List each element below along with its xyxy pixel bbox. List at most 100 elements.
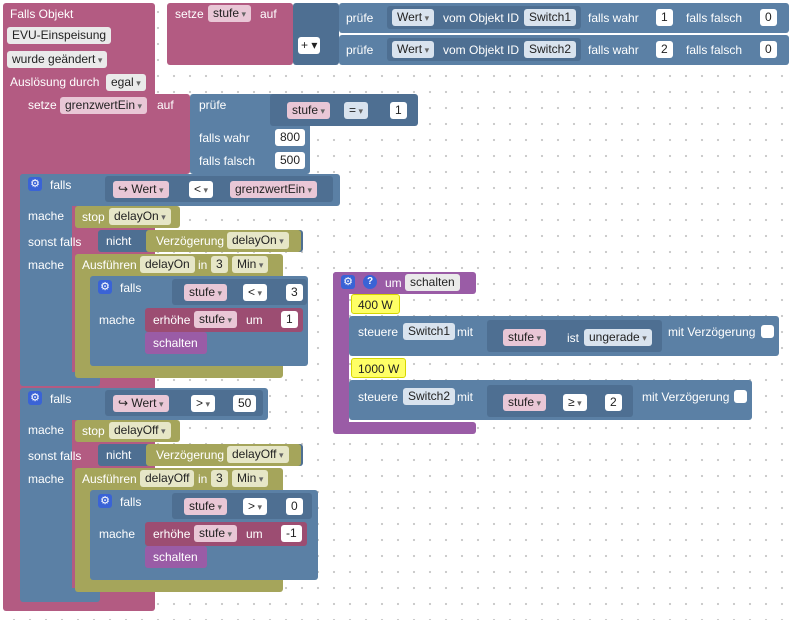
- if2-call-schalten-label: schalten: [153, 550, 198, 564]
- if2-inner-increment-var[interactable]: stufe: [194, 525, 238, 542]
- function-footer: [333, 422, 476, 434]
- if2-inner-operator[interactable]: >: [243, 498, 268, 515]
- gte-check-var[interactable]: stufe: [503, 394, 547, 411]
- control-switch1-object[interactable]: Switch1: [403, 323, 456, 340]
- if-false-value-2[interactable]: 0: [760, 41, 777, 58]
- trigger-object-field[interactable]: EVU-Einspeisung: [7, 27, 112, 44]
- if1-execute-timer-field[interactable]: delayOn: [140, 256, 195, 273]
- if1-inner-um-value[interactable]: 1: [281, 311, 298, 328]
- if2-execute-footer: [75, 580, 283, 590]
- grenzwert-true-value[interactable]: 800: [275, 129, 306, 146]
- if1-mache2-label: mache: [28, 258, 65, 272]
- if1-execute-label: Ausführen: [82, 258, 137, 272]
- if1-operator[interactable]: <: [189, 181, 214, 198]
- object-id-field-switch2[interactable]: Switch2: [524, 41, 577, 58]
- compare-value-1[interactable]: 1: [390, 102, 407, 119]
- if1-inner-operator[interactable]: <: [243, 284, 268, 301]
- odd-check-var[interactable]: stufe: [503, 329, 547, 346]
- comment-1000w[interactable]: 1000 W: [351, 358, 407, 378]
- if2-spine: [20, 388, 72, 600]
- value-dropdown-switch2[interactable]: Wert: [392, 41, 435, 58]
- if2-inner-falls-label: falls: [120, 495, 142, 509]
- control-switch1-delay-label: mit Verzögerung: [668, 325, 756, 339]
- if2-inner-increment-label: erhöhe: [153, 527, 191, 541]
- gte-check-value[interactable]: 2: [605, 394, 622, 411]
- if1-call-schalten-label: schalten: [153, 336, 198, 350]
- grenzwert-false-label: falls falsch: [199, 154, 256, 168]
- control-switch1-mit-label: mit: [457, 325, 473, 339]
- if2-not-label: nicht: [106, 448, 132, 462]
- if2-trigger-value[interactable]: ↪ Wert: [113, 395, 169, 412]
- if2-in-value[interactable]: 3: [211, 470, 228, 487]
- if1-stop-timer-dropdown[interactable]: delayOn: [109, 208, 171, 225]
- control-switch2-object[interactable]: Switch2: [403, 388, 456, 405]
- set-grenzwert-var-dropdown[interactable]: grenzwertEin: [60, 97, 148, 114]
- gte-check-operator[interactable]: ≥: [563, 394, 587, 411]
- trigger-cause-dropdown[interactable]: egal: [106, 74, 146, 91]
- compare-operator-eq[interactable]: =: [344, 102, 369, 119]
- if2-mache-label: mache: [28, 423, 65, 437]
- value-dropdown-switch1[interactable]: Wert: [392, 9, 435, 26]
- if1-trigger-value[interactable]: ↪ Wert: [113, 181, 169, 198]
- grenzwert-false-value[interactable]: 500: [275, 152, 306, 169]
- if1-in-value[interactable]: 3: [211, 256, 228, 273]
- odd-check-ist-label: ist: [567, 331, 579, 345]
- if2-delay-timer-dropdown[interactable]: delayOff: [227, 446, 289, 463]
- control-switch2-mit-label: mit: [457, 390, 473, 404]
- control-switch2-label: steuere: [358, 390, 399, 404]
- if2-inner-value[interactable]: 0: [286, 498, 303, 515]
- if2-stop-timer-dropdown[interactable]: delayOff: [109, 422, 171, 439]
- trigger-title: Falls Objekt: [10, 7, 74, 21]
- if1-gear-icon[interactable]: ⚙: [28, 177, 42, 191]
- if1-inner-mache-label: mache: [99, 313, 136, 327]
- if2-inner-var[interactable]: stufe: [184, 498, 228, 515]
- function-help-icon[interactable]: ?: [363, 275, 377, 289]
- if1-elseif-label: sonst falls: [28, 235, 82, 249]
- if1-inner-falls-label: falls: [120, 281, 142, 295]
- if1-inner-gear-icon[interactable]: ⚙: [98, 280, 112, 294]
- if2-inner-mache-label: mache: [99, 527, 136, 541]
- if2-gear-icon[interactable]: ⚙: [28, 391, 42, 405]
- object-id-label-2: vom Objekt ID: [443, 43, 520, 57]
- if2-inner-gear-icon[interactable]: ⚙: [98, 494, 112, 508]
- if1-inner-var[interactable]: stufe: [184, 284, 228, 301]
- control-switch2-delay-label: mit Verzögerung: [642, 390, 730, 404]
- if1-rhs-var[interactable]: grenzwertEin: [230, 181, 318, 198]
- if1-delay-timer-dropdown[interactable]: delayOn: [227, 232, 289, 249]
- if1-in-label: in: [198, 258, 208, 272]
- if-false-label-1: falls falsch: [686, 11, 743, 25]
- compare-var-stufe[interactable]: stufe: [287, 102, 331, 119]
- if2-operator[interactable]: >: [191, 395, 216, 412]
- control-switch2-delay-checkbox[interactable]: [734, 390, 747, 403]
- if-true-value-2[interactable]: 2: [656, 41, 673, 58]
- control-switch1-delay-checkbox[interactable]: [761, 325, 774, 338]
- plus-block[interactable]: [293, 3, 339, 65]
- set-stufe-label: setze: [175, 7, 204, 21]
- if1-spine: [20, 174, 72, 384]
- if2-rhs-value[interactable]: 50: [233, 395, 257, 412]
- if2-in-label: in: [198, 472, 208, 486]
- function-gear-icon[interactable]: ⚙: [341, 275, 355, 289]
- trigger-event-dropdown[interactable]: wurde geändert: [7, 51, 108, 68]
- if1-inner-um-label: um: [246, 313, 263, 327]
- if2-inner-um-value[interactable]: -1: [281, 525, 302, 542]
- if1-inner-value[interactable]: 3: [286, 284, 303, 301]
- object-id-field-switch1[interactable]: Switch1: [524, 9, 577, 26]
- set-stufe-var-dropdown[interactable]: stufe: [208, 5, 252, 22]
- if1-unit-dropdown[interactable]: Min: [232, 256, 269, 273]
- if2-execute-timer-field[interactable]: delayOff: [140, 470, 195, 487]
- if1-mache-label: mache: [28, 209, 65, 223]
- plus-operator-dropdown[interactable]: + ▾: [298, 37, 321, 54]
- function-name-field[interactable]: schalten: [405, 274, 460, 291]
- if-false-value-1[interactable]: 0: [760, 9, 777, 26]
- object-id-label-1: vom Objekt ID: [443, 11, 520, 25]
- trigger-cause-label: Auslösung durch: [10, 75, 100, 89]
- comment-400w[interactable]: 400 W: [351, 294, 400, 314]
- if1-not-label: nicht: [106, 234, 132, 248]
- if2-unit-dropdown[interactable]: Min: [232, 470, 269, 487]
- if1-inner-increment-var[interactable]: stufe: [194, 311, 238, 328]
- if2-inner-um-label: um: [246, 527, 263, 541]
- if-true-value-1[interactable]: 1: [656, 9, 673, 26]
- odd-check-condition-dropdown[interactable]: ungerade: [584, 329, 652, 346]
- if2-stop-label: stop: [82, 424, 105, 438]
